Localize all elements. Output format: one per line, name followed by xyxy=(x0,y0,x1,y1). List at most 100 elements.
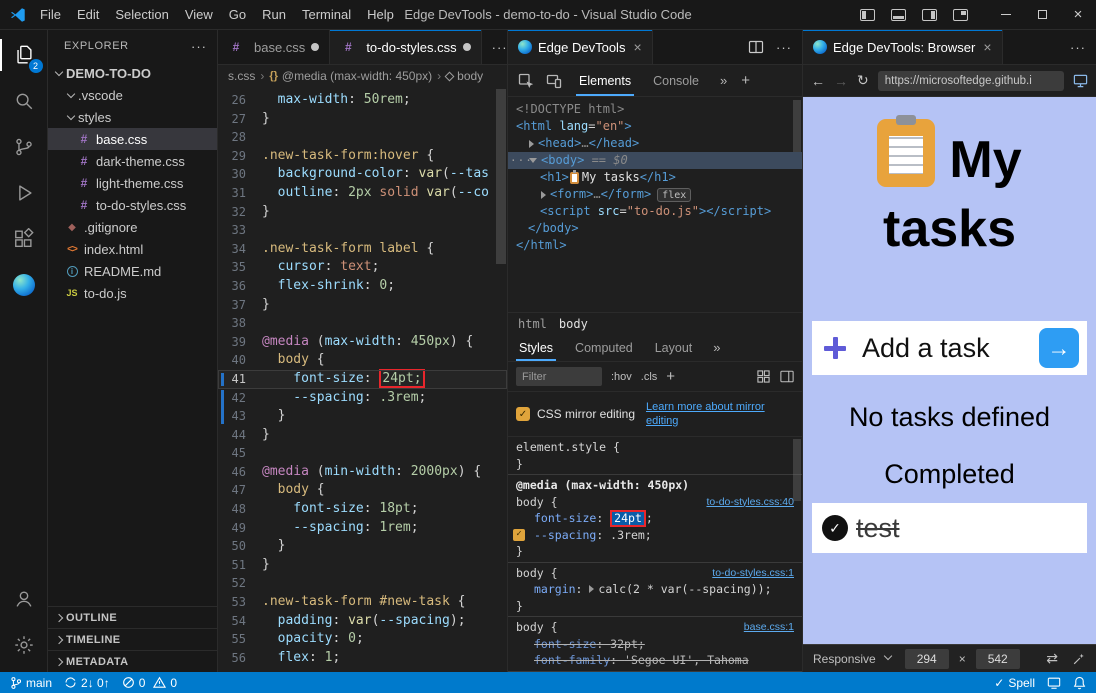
styles-scrollbar[interactable] xyxy=(793,439,801,501)
new-task-form[interactable]: Add a task → xyxy=(812,321,1087,375)
explorer-item-index.html[interactable]: <>index.html xyxy=(48,238,217,260)
panel-tab-styles[interactable]: Styles xyxy=(508,334,564,361)
code-line-53[interactable]: 53.new-task-form #new-task { xyxy=(218,593,507,612)
breadcrumb-0[interactable]: s.css xyxy=(228,69,255,83)
node-more-actions-icon[interactable]: ··· xyxy=(510,152,533,169)
close-tab-icon[interactable]: × xyxy=(633,39,641,55)
menu-selection[interactable]: Selection xyxy=(107,4,176,25)
expand-value-icon[interactable] xyxy=(589,585,594,593)
style-prop-font-size[interactable]: font-size: 24pt; xyxy=(508,510,802,527)
menu-file[interactable]: File xyxy=(32,4,69,25)
code-line-40[interactable]: 40 body { xyxy=(218,351,507,370)
url-bar[interactable]: https://microsoftedge.github.i xyxy=(878,71,1064,91)
menu-edit[interactable]: Edit xyxy=(69,4,107,25)
panel-tab-computed[interactable]: Computed xyxy=(564,334,644,361)
dom-node-7[interactable]: </body> xyxy=(508,220,802,237)
code-line-32[interactable]: 32} xyxy=(218,203,507,222)
code-line-50[interactable]: 50 } xyxy=(218,537,507,556)
explorer-item-styles[interactable]: styles xyxy=(48,106,217,128)
style-rule-body[interactable]: body {base.css:1 xyxy=(508,619,802,636)
add-task-button[interactable]: → xyxy=(1039,328,1079,368)
dom-node-3[interactable]: ···<body> == $0 xyxy=(508,152,802,169)
code-line-31[interactable]: 31 outline: 2px solid var(--co xyxy=(218,184,507,203)
browser-more-actions-icon[interactable]: ··· xyxy=(1070,40,1086,55)
device-width-input[interactable]: 294 xyxy=(905,649,949,669)
collapse-arrow-icon[interactable] xyxy=(529,140,534,148)
activity-search[interactable] xyxy=(0,78,48,124)
explorer-item-README.md[interactable]: iREADME.md xyxy=(48,260,217,282)
style-prop---spacing[interactable]: ✓--spacing: .3rem; xyxy=(508,527,802,544)
back-icon[interactable]: ← xyxy=(811,73,825,89)
forward-icon[interactable]: → xyxy=(834,73,848,89)
code-line-41[interactable]: 41 font-size: 24pt; xyxy=(218,370,507,389)
tab-base.css[interactable]: #base.css xyxy=(218,30,330,64)
tool-tab-console[interactable]: Console xyxy=(642,65,710,96)
rotate-viewport-icon[interactable]: ⇄ xyxy=(1046,650,1058,667)
code-line-26[interactable]: 26 max-width: 50rem; xyxy=(218,91,507,110)
code-line-43[interactable]: 43 } xyxy=(218,407,507,426)
dom-crumb-html[interactable]: html xyxy=(518,317,547,331)
stylesheet-link[interactable]: base.css:1 xyxy=(744,619,794,636)
more-tools-icon[interactable]: » xyxy=(720,73,727,88)
activity-extensions[interactable] xyxy=(0,216,48,262)
code-line-45[interactable]: 45 xyxy=(218,444,507,463)
toggle-panel-icon[interactable] xyxy=(891,9,906,21)
style-media-query[interactable]: @media (max-width: 450px) xyxy=(508,477,802,494)
mirror-learn-more-link[interactable]: Learn more about mirror editing xyxy=(646,400,794,428)
code-line-29[interactable]: 29.new-task-form:hover { xyxy=(218,147,507,166)
code-line-35[interactable]: 35 cursor: text; xyxy=(218,258,507,277)
code-line-44[interactable]: 44} xyxy=(218,426,507,445)
code-line-46[interactable]: 46@media (min-width: 2000px) { xyxy=(218,463,507,482)
dom-node-8[interactable]: </html> xyxy=(508,237,802,254)
style-rule-element.style[interactable]: element.style { xyxy=(508,439,802,456)
activity-run-debug[interactable] xyxy=(0,170,48,216)
code-line-27[interactable]: 27} xyxy=(218,110,507,129)
dom-node-1[interactable]: <html lang="en"> xyxy=(508,118,802,135)
device-preset-select[interactable]: Responsive xyxy=(813,652,895,666)
device-height-input[interactable]: 542 xyxy=(976,649,1020,669)
code-line-34[interactable]: 34.new-task-form label { xyxy=(218,240,507,259)
code-line-36[interactable]: 36 flex-shrink: 0; xyxy=(218,277,507,296)
status-problems[interactable]: 0 0 xyxy=(122,676,177,690)
menu-view[interactable]: View xyxy=(177,4,221,25)
screencast-icon[interactable] xyxy=(1047,676,1061,690)
activity-edge-devtools[interactable] xyxy=(0,262,48,308)
dirty-indicator[interactable] xyxy=(463,43,471,51)
status-spell[interactable]: ✓ Spell xyxy=(994,676,1035,690)
status-branch[interactable]: main xyxy=(10,676,52,690)
explorer-item-base.css[interactable]: #base.css xyxy=(48,128,217,150)
reload-icon[interactable]: ↻ xyxy=(857,72,869,89)
style-prop-font-family[interactable]: font-family: 'Segoe UI', Tahoma xyxy=(508,652,802,669)
activity-source-control[interactable] xyxy=(0,124,48,170)
code-line-55[interactable]: 55 opacity: 0; xyxy=(218,630,507,649)
inspect-element-icon[interactable] xyxy=(512,65,540,96)
completed-task-item[interactable]: ✓ test xyxy=(812,503,1087,553)
stylesheet-link[interactable]: to-do-styles.css:1 xyxy=(712,565,794,582)
sidebar-section-outline[interactable]: OUTLINE xyxy=(48,606,217,628)
close-tab-icon[interactable]: × xyxy=(983,39,991,55)
auto-fix-icon[interactable] xyxy=(1072,652,1086,666)
dom-crumb-body[interactable]: body xyxy=(559,317,588,331)
code-editor[interactable]: 26 max-width: 50rem;27}2829.new-task-for… xyxy=(218,87,507,672)
code-line-56[interactable]: 56 flex: 1; xyxy=(218,649,507,668)
dom-node-0[interactable]: <!DOCTYPE html> xyxy=(508,101,802,118)
explorer-item-to-do-styles.css[interactable]: #to-do-styles.css xyxy=(48,194,217,216)
toggle-hover-state-button[interactable]: :hov xyxy=(611,371,632,383)
css-mirror-checkbox[interactable]: ✓ xyxy=(516,407,530,421)
bell-icon[interactable] xyxy=(1073,676,1086,690)
editor-scrollbar[interactable] xyxy=(496,89,506,264)
dom-node-2[interactable]: <head>…</head> xyxy=(508,135,802,152)
activity-settings[interactable] xyxy=(0,622,48,668)
code-line-42[interactable]: 42 --spacing: .3rem; xyxy=(218,389,507,408)
explorer-item-to-do.js[interactable]: JSto-do.js xyxy=(48,282,217,304)
stylesheet-link[interactable]: to-do-styles.css:40 xyxy=(706,494,794,511)
device-emulation-icon[interactable] xyxy=(540,65,568,96)
minimize-button[interactable] xyxy=(988,0,1024,30)
menu-go[interactable]: Go xyxy=(221,4,254,25)
dom-node-6[interactable]: <script src="to-do.js"></script> xyxy=(508,203,802,220)
devtools-more-actions-icon[interactable]: ··· xyxy=(776,40,792,55)
explorer-item-.vscode[interactable]: .vscode xyxy=(48,84,217,106)
style-prop-font-size[interactable]: font-size: 32pt; xyxy=(508,636,802,653)
dom-node-5[interactable]: <form>…</form>flex xyxy=(508,186,802,203)
panel-overflow-icon[interactable]: » xyxy=(713,340,720,355)
